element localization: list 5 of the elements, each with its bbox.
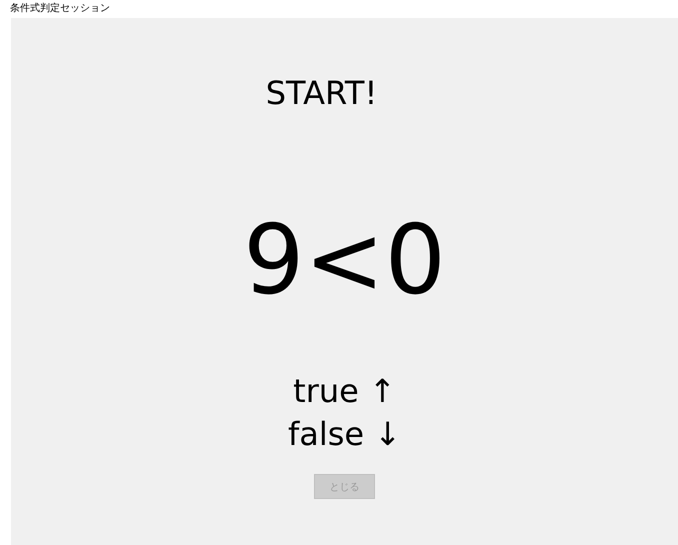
status-text: START! (266, 74, 378, 112)
expression-text: 9<0 (243, 212, 446, 308)
answer-hint: false ↓ (288, 414, 402, 455)
answer-hint: true ↑ (293, 371, 396, 412)
window-title: 条件式判定セッション (9, 2, 111, 16)
